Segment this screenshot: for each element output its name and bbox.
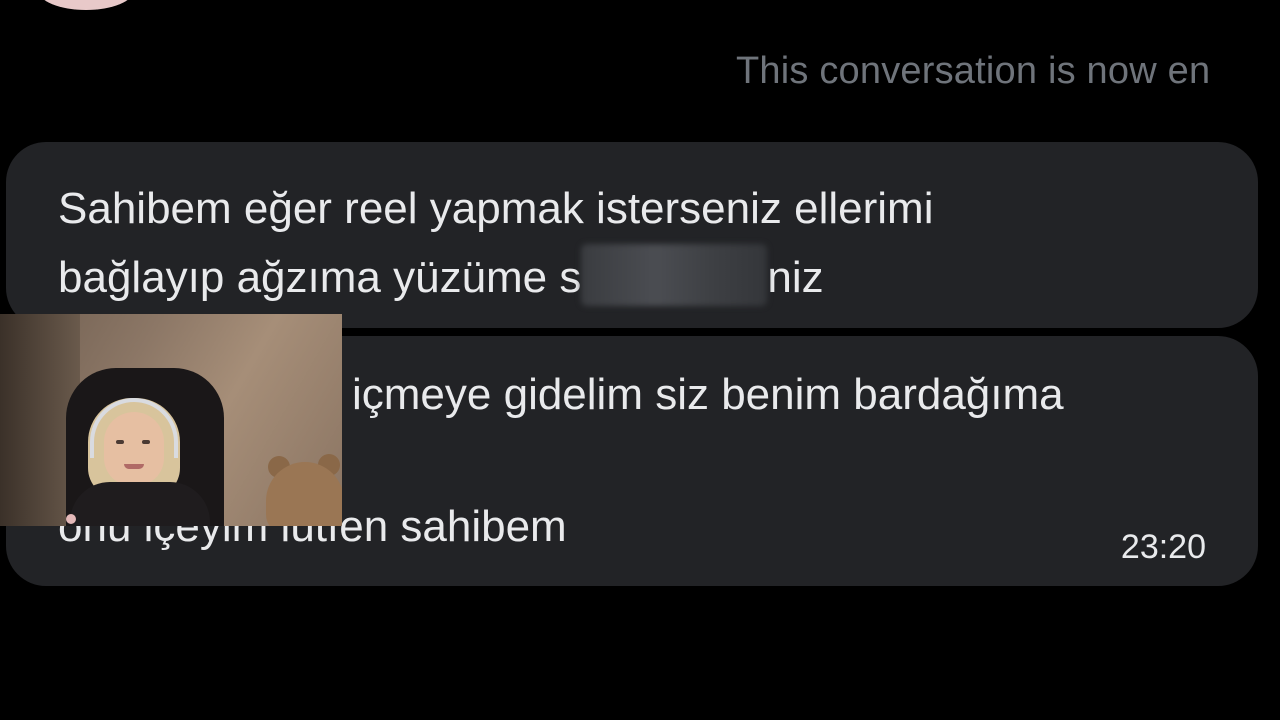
redaction-blur <box>581 244 768 306</box>
teddy-bear <box>266 462 342 526</box>
webcam-cable-detail <box>66 514 76 524</box>
message-timestamp: 23:20 <box>1120 528 1206 566</box>
message-text-fragment: niz <box>767 253 824 302</box>
message-text-line: Sahibem eğer reel yapmak isterseniz elle… <box>58 184 934 233</box>
conversation-status-notice: This conversation is now en <box>736 50 1211 92</box>
avatar[interactable] <box>38 0 134 10</box>
message-text-fragment: bağlayıp ağzıma yüzüme s <box>58 253 582 302</box>
webcam-overlay <box>0 314 342 526</box>
message-bubble[interactable]: Sahibem eğer reel yapmak isterseniz elle… <box>6 142 1258 328</box>
message-text-line: bağlayıp ağzıma yüzüme s niz <box>58 244 824 311</box>
webcam-streamer-torso <box>70 482 210 526</box>
chat-screen: This conversation is now en Sahibem eğer… <box>0 0 1280 720</box>
message-text-line: içmeye gidelim siz benim bardağıma <box>352 370 1064 419</box>
webcam-mouth <box>124 464 144 469</box>
